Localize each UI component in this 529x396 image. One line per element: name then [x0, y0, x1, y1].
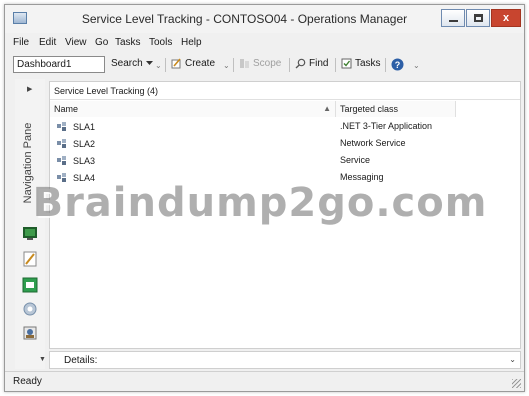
create-dropdown-icon[interactable]: ⌄: [223, 61, 230, 70]
menu-view[interactable]: View: [65, 37, 87, 48]
create-icon: [171, 58, 181, 69]
minimize-icon: [448, 19, 458, 22]
navigation-pane-title: Navigation Pane: [22, 122, 34, 204]
menu-bar: File Edit View Go Tasks Tools Help: [5, 35, 524, 51]
app-window: Service Level Tracking - CONTOSO04 - Ope…: [4, 4, 525, 392]
create-button[interactable]: Create: [171, 58, 215, 69]
toolbar-separator: [233, 58, 234, 72]
menu-go[interactable]: Go: [95, 37, 108, 48]
scope-icon: [240, 59, 249, 68]
search-dropdown-icon: [145, 61, 153, 65]
find-icon: [295, 58, 306, 69]
sla-list-view: Service Level Tracking (4) Name ▲ Target…: [49, 81, 521, 349]
sla-icon: [57, 122, 66, 131]
scope-label: Scope: [253, 58, 282, 69]
menu-help[interactable]: Help: [181, 37, 202, 48]
table-row[interactable]: SLA2 Network Service: [50, 135, 456, 152]
close-button[interactable]: x: [491, 9, 521, 27]
expand-navigation-icon[interactable]: ▶: [27, 85, 32, 93]
tasks-button[interactable]: Tasks: [341, 58, 381, 69]
tasks-icon: [341, 58, 352, 69]
toolbar-separator: [335, 58, 336, 72]
menu-file[interactable]: File: [13, 37, 29, 48]
menu-tasks[interactable]: Tasks: [115, 37, 141, 48]
title-bar[interactable]: Service Level Tracking - CONTOSO04 - Ope…: [5, 5, 524, 33]
administration-icon[interactable]: [22, 301, 38, 317]
table-row[interactable]: SLA3 Service: [50, 152, 456, 169]
targeted-class: Messaging: [340, 172, 384, 182]
toolbar-separator: [289, 58, 290, 72]
navigation-pane[interactable]: ▶ Navigation Pane: [15, 79, 45, 369]
help-icon: ?: [391, 58, 404, 71]
resize-grip-icon[interactable]: [512, 379, 521, 388]
toolbar: Dashboard1 Search ⌄ Create ⌄ Scope Find …: [5, 53, 524, 77]
status-bar: Ready: [5, 371, 524, 391]
help-button[interactable]: ?: [391, 58, 404, 71]
view-header: Service Level Tracking (4): [50, 82, 520, 100]
menu-tools[interactable]: Tools: [149, 37, 172, 48]
find-label: Find: [309, 58, 329, 69]
authoring-icon[interactable]: [22, 251, 38, 267]
details-label: Details:: [64, 355, 98, 366]
table-row[interactable]: SLA1 .NET 3-Tier Application: [50, 118, 456, 135]
maximize-icon: [473, 14, 483, 22]
close-icon: x: [502, 12, 510, 24]
table-row[interactable]: SLA4 Messaging: [50, 169, 456, 186]
targeted-class: Network Service: [340, 138, 406, 148]
sla-icon: [57, 156, 66, 165]
status-text: Ready: [13, 376, 42, 387]
targeted-class: .NET 3-Tier Application: [340, 121, 433, 131]
sla-name: SLA4: [73, 172, 96, 183]
toolbar-overflow-icon[interactable]: ⌄: [155, 61, 162, 70]
sla-icon: [57, 139, 66, 148]
sla-name: SLA3: [73, 155, 96, 166]
sort-ascending-icon: ▲: [323, 104, 331, 113]
scope-button[interactable]: Scope: [239, 58, 281, 69]
column-header-name[interactable]: Name ▲: [50, 101, 336, 117]
toolbar-separator: [165, 58, 166, 72]
search-button[interactable]: Search: [111, 58, 153, 69]
details-collapse-icon[interactable]: ▼: [39, 356, 46, 363]
search-label: Search: [111, 58, 143, 69]
tasks-label: Tasks: [355, 58, 381, 69]
minimize-button[interactable]: [441, 9, 465, 27]
column-header-targeted-class[interactable]: Targeted class: [336, 101, 456, 117]
maximize-button[interactable]: [466, 9, 490, 27]
sla-name: SLA2: [73, 138, 96, 149]
find-button[interactable]: Find: [295, 58, 328, 69]
reporting-icon[interactable]: [22, 277, 38, 293]
scope-field[interactable]: Dashboard1: [13, 56, 105, 73]
toolbar-more-icon[interactable]: ⌄: [413, 61, 420, 70]
main-area: ▶ Navigation Pane Service Level Tracking…: [5, 79, 524, 371]
targeted-class: Service: [340, 155, 371, 165]
toolbar-separator: [385, 58, 386, 72]
details-pane[interactable]: Details: ⌄: [49, 351, 521, 369]
my-workspace-icon[interactable]: [22, 325, 38, 341]
svg-text:?: ?: [395, 60, 401, 70]
chevron-down-icon[interactable]: ⌄: [509, 355, 516, 364]
monitoring-icon[interactable]: [22, 225, 38, 241]
sla-name: SLA1: [73, 121, 96, 132]
sla-icon: [57, 173, 66, 182]
create-label: Create: [185, 58, 216, 69]
menu-edit[interactable]: Edit: [39, 37, 56, 48]
